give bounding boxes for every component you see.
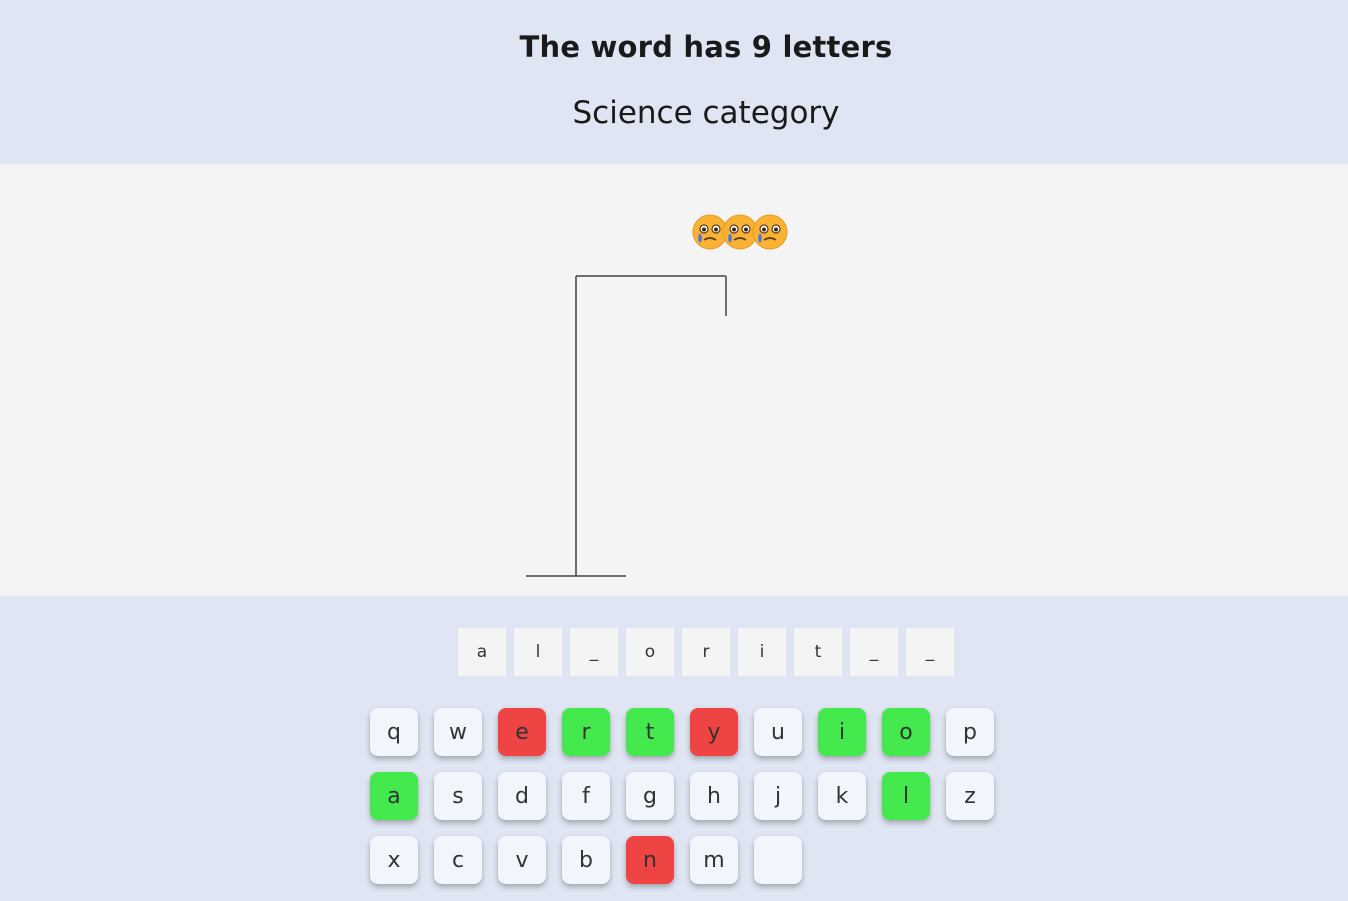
key-z[interactable]: z: [946, 772, 994, 820]
key-b[interactable]: b: [562, 836, 610, 884]
key-r[interactable]: r: [562, 708, 610, 756]
word-slot: a: [458, 628, 506, 676]
word-slot: i: [738, 628, 786, 676]
key-f[interactable]: f: [562, 772, 610, 820]
key-q[interactable]: q: [370, 708, 418, 756]
key-d[interactable]: d: [498, 772, 546, 820]
key-y[interactable]: y: [690, 708, 738, 756]
key-s[interactable]: s: [434, 772, 482, 820]
word-slot: l: [514, 628, 562, 676]
word-slot: _: [906, 628, 954, 676]
key-m[interactable]: m: [690, 836, 738, 884]
key-n[interactable]: n: [626, 836, 674, 884]
key-o[interactable]: o: [882, 708, 930, 756]
key-t[interactable]: t: [626, 708, 674, 756]
key-g[interactable]: g: [626, 772, 674, 820]
word-slots: a l _ o r i t _ _: [458, 628, 954, 676]
key-a[interactable]: a: [370, 772, 418, 820]
key-c[interactable]: c: [434, 836, 482, 884]
key-v[interactable]: v: [498, 836, 546, 884]
key-x[interactable]: x: [370, 836, 418, 884]
word-slot: t: [794, 628, 842, 676]
word-slot: _: [850, 628, 898, 676]
keyboard-row-3: x c v b n m: [370, 836, 802, 884]
key-h[interactable]: h: [690, 772, 738, 820]
key-j[interactable]: j: [754, 772, 802, 820]
word-slot: r: [682, 628, 730, 676]
key-e[interactable]: e: [498, 708, 546, 756]
key-l[interactable]: l: [882, 772, 930, 820]
word-slot: _: [570, 628, 618, 676]
keyboard-row-2: a s d f g h j k l z: [370, 772, 994, 820]
word-slot: o: [626, 628, 674, 676]
key-blank[interactable]: [754, 836, 802, 884]
key-w[interactable]: w: [434, 708, 482, 756]
key-k[interactable]: k: [818, 772, 866, 820]
key-i[interactable]: i: [818, 708, 866, 756]
key-p[interactable]: p: [946, 708, 994, 756]
key-u[interactable]: u: [754, 708, 802, 756]
header: The word has 9 letters Science category: [0, 0, 1348, 164]
category-label: Science category: [572, 95, 840, 131]
word-length-title: The word has 9 letters: [519, 30, 893, 64]
keyboard-row-1: q w e r t y u i o p: [370, 708, 994, 756]
gallows-drawing: [526, 275, 727, 577]
